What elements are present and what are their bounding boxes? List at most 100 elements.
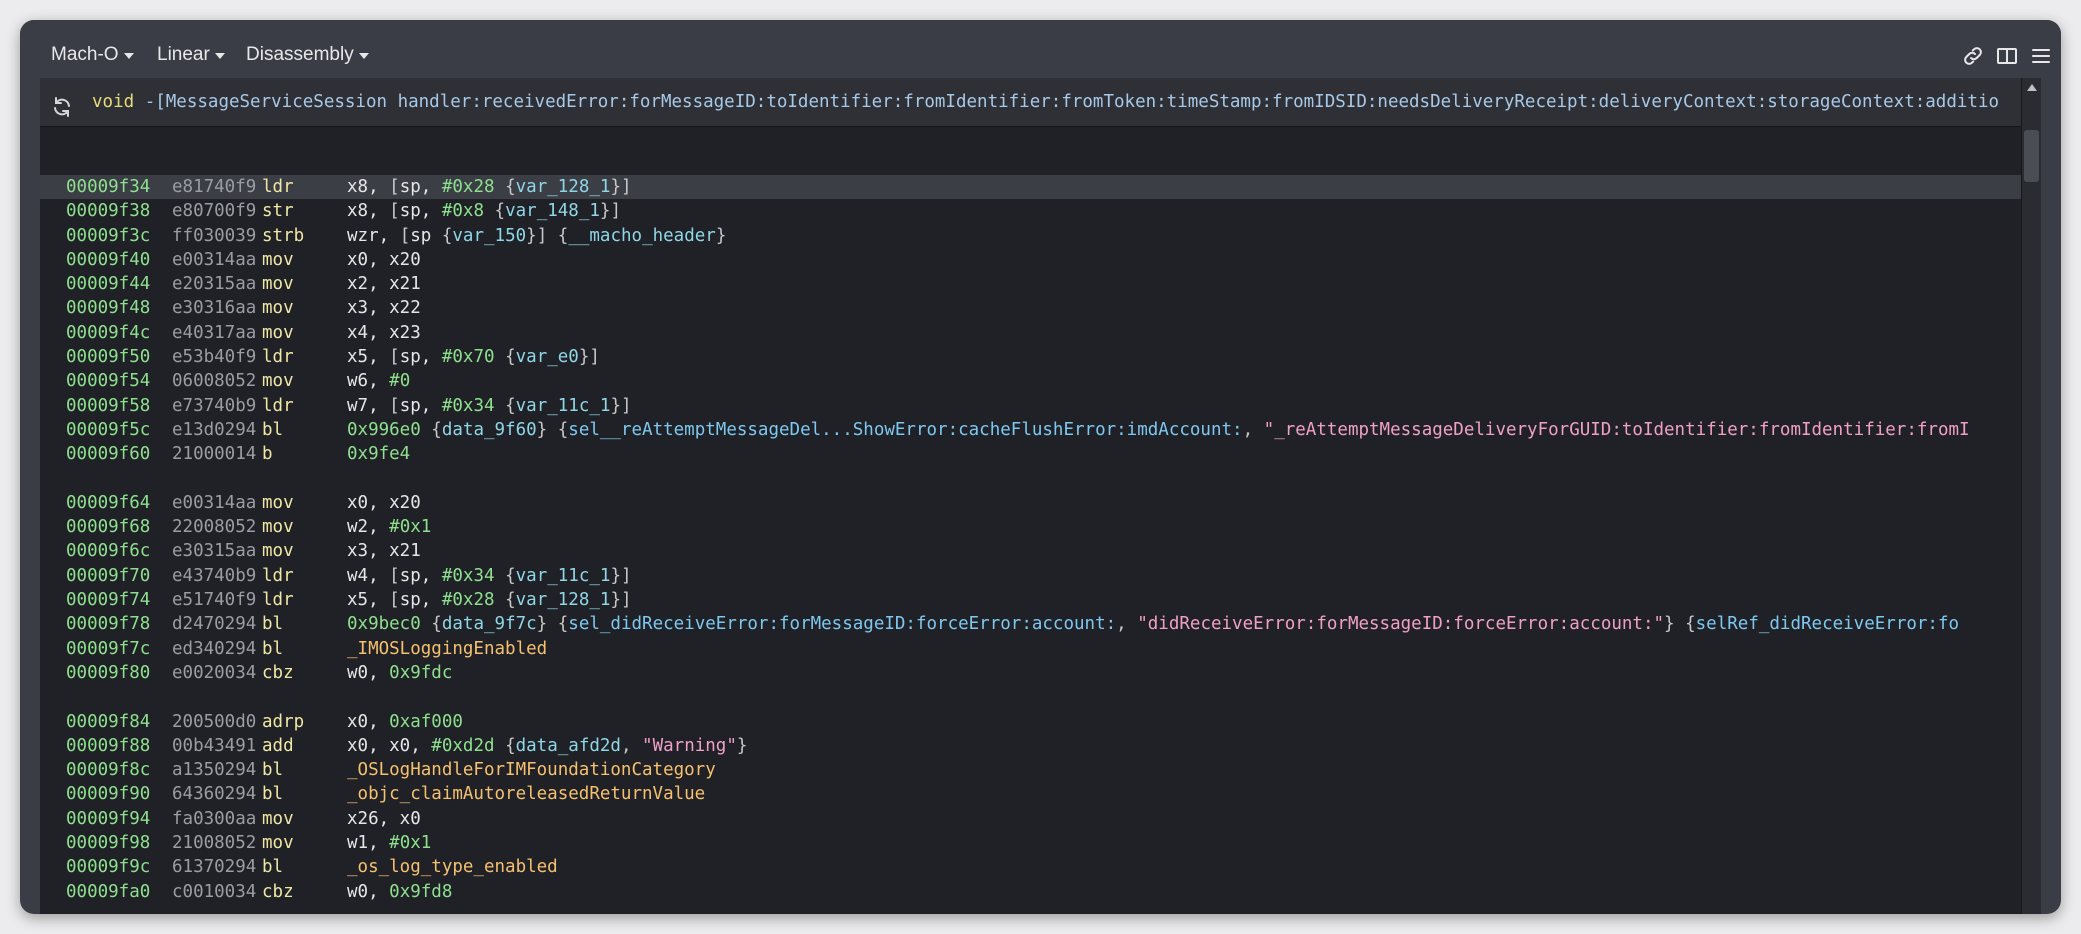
operand-token: wzr, <box>347 225 400 246</box>
view-format-dropdown[interactable]: Mach-O <box>51 44 134 66</box>
instruction-row[interactable]: 00009f94 fa0300aa mov x26, x0 <box>40 807 2022 831</box>
instruction-address: 00009f4c <box>66 322 151 343</box>
operand-token[interactable]: 0x9fdc <box>389 663 452 683</box>
instruction-row[interactable]: 00009f84 200500d0 adrp x0, 0xaf000 <box>40 710 2022 734</box>
instruction-mnemonic: mov <box>262 249 294 270</box>
split-view-icon[interactable] <box>1995 44 2019 68</box>
instruction-row[interactable]: 00009f58 e73740b9 ldr w7, [sp, #0x34 {var_1… <box>40 394 2022 418</box>
operand-token[interactable]: selRef_didReceiveError:fo <box>1696 614 1959 634</box>
operand-token[interactable]: var_148_1 <box>505 201 600 221</box>
operand-token[interactable]: 0x996e0 <box>347 420 431 440</box>
instruction-row[interactable]: 00009f44 e20315aa mov x2, x21 <box>40 272 2022 296</box>
operand-token: x3, x22 <box>347 298 421 319</box>
instruction-row[interactable]: 00009f3c ff030039 strb wzr, [sp {var_150}] … <box>40 224 2022 248</box>
vertical-scrollbar[interactable] <box>2021 78 2041 914</box>
instruction-bytes: 21008052 <box>172 833 257 854</box>
instruction-bytes: e80700f9 <box>172 201 257 222</box>
operand-token[interactable]: #0x28 <box>442 177 505 197</box>
scroll-up-icon[interactable] <box>2027 84 2037 91</box>
instruction-row[interactable]: 00009fa0 c0010034 cbz w0, 0x9fd8 <box>40 880 2022 904</box>
operand-token[interactable]: _OSLogHandleForIMFoundationCategory <box>347 760 716 780</box>
operand-token[interactable]: #0xd2d <box>431 736 505 756</box>
instruction-row[interactable]: 00009f7c ed340294 bl _IMOSLoggingEnabled <box>40 637 2022 661</box>
operand-token: x5, <box>347 590 390 611</box>
instruction-row[interactable]: 00009f54 06008052 mov w6, #0 <box>40 369 2022 393</box>
instruction-address: 00009f44 <box>66 274 151 295</box>
instruction-row[interactable]: 00009f40 e00314aa mov x0, x20 <box>40 248 2022 272</box>
view-type-label: Disassembly <box>246 44 354 65</box>
operand-token[interactable]: #0x8 <box>442 201 495 221</box>
scrollbar-thumb[interactable] <box>2024 130 2039 182</box>
instruction-row[interactable]: 00009f80 e0020034 cbz w0, 0x9fdc <box>40 661 2022 685</box>
instruction-mnemonic: mov <box>262 492 294 513</box>
instruction-address: 00009f78 <box>66 614 151 635</box>
instruction-operands: x3, x21 <box>347 539 421 563</box>
operand-token[interactable]: var_11c_1 <box>516 566 611 586</box>
instruction-mnemonic: add <box>262 735 294 756</box>
operand-token[interactable]: #0x70 <box>442 347 505 367</box>
refresh-icon[interactable] <box>50 90 74 117</box>
operand-token[interactable]: var_150 <box>452 226 526 246</box>
operand-token[interactable]: #0 <box>389 371 410 391</box>
instruction-row[interactable]: 00009f6c e30315aa mov x3, x21 <box>40 539 2022 563</box>
instruction-row[interactable]: 00009f90 64360294 bl _objc_claimAutorelease… <box>40 782 2022 806</box>
operand-token: w4, <box>347 565 390 586</box>
operand-token[interactable]: __macho_header <box>568 226 716 246</box>
instruction-row[interactable]: 00009f60 21000014 b 0x9fe4 <box>40 442 2022 466</box>
instruction-row[interactable]: 00009f98 21008052 mov w1, #0x1 <box>40 831 2022 855</box>
instruction-operands: x0, x20 <box>347 248 421 272</box>
instruction-row-selected[interactable]: 00009f34 e81740f9 ldr x8, [sp, #0x28 {var_1… <box>40 175 2022 200</box>
operand-token[interactable]: var_128_1 <box>516 590 611 610</box>
instruction-row[interactable]: 00009f74 e51740f9 ldr x5, [sp, #0x28 {var_1… <box>40 588 2022 612</box>
view-type-dropdown[interactable]: Disassembly <box>246 44 369 66</box>
operand-token[interactable]: sel_didReceiveError:forMessageID:forceEr… <box>568 614 1116 634</box>
operand-token[interactable]: data_9f60 <box>442 420 537 440</box>
operand-token[interactable]: 0x9fe4 <box>347 444 410 464</box>
chevron-down-icon <box>123 53 134 59</box>
instruction-row[interactable]: 00009f4c e40317aa mov x4, x23 <box>40 321 2022 345</box>
operand-token: [ <box>389 201 400 222</box>
operand-token[interactable]: _objc_claimAutoreleasedReturnValue <box>347 784 705 804</box>
hamburger-menu-icon[interactable] <box>2029 44 2053 68</box>
operand-token: , <box>1242 419 1264 440</box>
operand-token[interactable]: #0x1 <box>389 833 431 853</box>
function-signature[interactable]: void -[MessageServiceSession handler:rec… <box>92 78 1999 126</box>
operand-token[interactable]: #0x1 <box>389 517 431 537</box>
disassembly-listing: 00009f34 e81740f9 ldr x8, [sp, #0x28 {var_1… <box>40 175 2022 904</box>
instruction-row[interactable]: 00009f68 22008052 mov w2, #0x1 <box>40 515 2022 539</box>
instruction-row[interactable]: 00009f38 e80700f9 str x8, [sp, #0x8 {var_14… <box>40 199 2022 223</box>
instruction-mnemonic: bl <box>262 614 284 635</box>
operand-token[interactable]: var_11c_1 <box>516 396 611 416</box>
instruction-row[interactable]: 00009f64 e00314aa mov x0, x20 <box>40 491 2022 515</box>
operand-token[interactable]: _os_log_type_enabled <box>347 857 558 877</box>
operand-token[interactable]: 0x9bec0 <box>347 614 431 634</box>
instruction-row[interactable]: 00009f48 e30316aa mov x3, x22 <box>40 296 2022 320</box>
instruction-row[interactable]: 00009f70 e43740b9 ldr w4, [sp, #0x34 {var_1… <box>40 564 2022 588</box>
operand-token: } <box>736 735 748 756</box>
operand-token[interactable]: 0xaf000 <box>389 712 463 732</box>
view-mode-dropdown[interactable]: Linear <box>157 44 225 66</box>
operand-token[interactable]: _IMOSLoggingEnabled <box>347 639 547 659</box>
instruction-row[interactable]: 00009f8c a1350294 bl _OSLogHandleForIMFound… <box>40 758 2022 782</box>
operand-token[interactable]: 0x9fd8 <box>389 882 452 902</box>
operand-token[interactable]: data_9f7c <box>442 614 537 634</box>
operand-token: { <box>505 735 516 756</box>
operand-token[interactable]: sel__reAttemptMessageDel...ShowError:cac… <box>568 420 1242 440</box>
instruction-mnemonic: mov <box>262 833 294 854</box>
operand-token[interactable]: var_e0 <box>516 347 579 367</box>
operand-token[interactable]: var_128_1 <box>516 177 611 197</box>
operand-token[interactable]: data_afd2d <box>516 736 621 756</box>
operand-token[interactable]: #0x34 <box>442 566 505 586</box>
instruction-row[interactable]: 00009f5c e13d0294 bl 0x996e0 {data_9f60} {s… <box>40 418 2022 442</box>
instruction-row[interactable]: 00009f78 d2470294 bl 0x9bec0 {data_9f7c} {s… <box>40 612 2022 636</box>
link-icon[interactable] <box>1961 44 1985 68</box>
operand-token[interactable]: #0x34 <box>442 396 505 416</box>
instruction-operands: w7, [sp, #0x34 {var_11c_1}] <box>347 394 632 418</box>
operand-token: x0, x0, <box>347 735 432 756</box>
instruction-address: 00009f8c <box>66 760 151 781</box>
operand-token[interactable]: #0x28 <box>442 590 505 610</box>
instruction-row[interactable]: 00009f50 e53b40f9 ldr x5, [sp, #0x70 {var_e… <box>40 345 2022 369</box>
instruction-row[interactable]: 00009f9c 61370294 bl _os_log_type_enabled <box>40 855 2022 879</box>
instruction-row[interactable]: 00009f88 00b43491 add x0, x0, #0xd2d {data_… <box>40 734 2022 758</box>
